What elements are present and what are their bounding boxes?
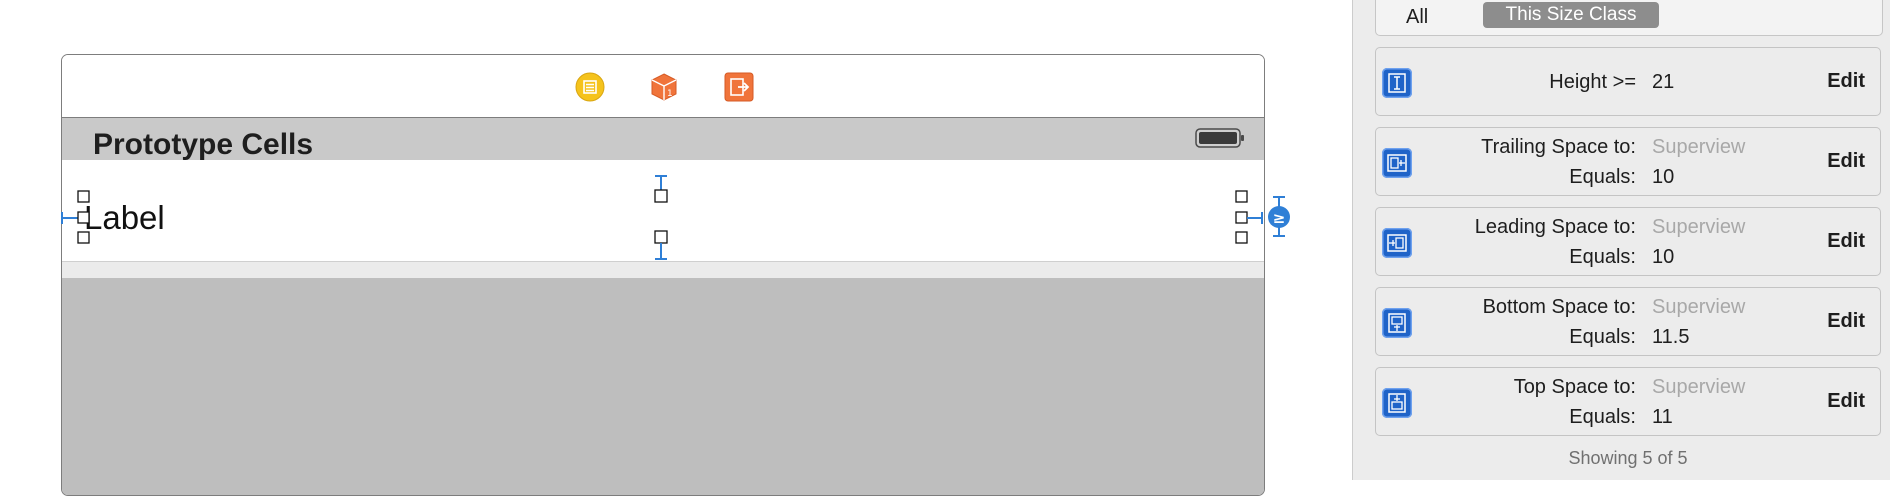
bottom-space-label: Bottom Space to: (1482, 296, 1636, 318)
prototype-cells-title: Prototype Cells (93, 128, 314, 161)
constraint-row-top[interactable]: Top Space to: Superview Equals: 11 Edit (1375, 367, 1881, 436)
height-value: 21 (1652, 71, 1675, 93)
height-constraint-badge-icon[interactable]: ≥ (1268, 196, 1290, 237)
view-controller-icon[interactable] (575, 72, 605, 102)
top-space-target: Superview (1652, 376, 1746, 398)
cell-label[interactable]: Label (84, 199, 165, 237)
first-responder-icon[interactable]: 1 (649, 72, 679, 102)
trailing-space-label: Trailing Space to: (1481, 136, 1636, 158)
bottom-equals-label: Equals: (1569, 326, 1636, 348)
svg-text:1: 1 (667, 89, 673, 99)
filter-all-tab[interactable]: All (1406, 6, 1428, 29)
constraint-row-bottom[interactable]: Bottom Space to: Superview Equals: 11.5 … (1375, 287, 1881, 356)
edit-trailing-button[interactable]: Edit (1827, 150, 1865, 173)
trailing-equals-label: Equals: (1569, 166, 1636, 188)
height-label: Height >= (1549, 71, 1636, 93)
constraints-count-footer: Showing 5 of 5 (1568, 448, 1688, 468)
prototype-table-cell[interactable] (62, 160, 1264, 262)
exit-icon[interactable] (724, 72, 754, 102)
scene-dock: 1 (62, 55, 1264, 118)
top-equals-value: 11 (1652, 406, 1673, 428)
constraint-filter-bar: All This Size Class (1375, 0, 1883, 36)
table-view-body[interactable] (62, 278, 1264, 495)
storyboard-canvas[interactable]: 1 Prototype Cells Label ≥ (0, 0, 1352, 496)
filter-this-size-class-tab[interactable]: This Size Class (1483, 2, 1659, 28)
top-space-label: Top Space to: (1513, 376, 1636, 398)
top-equals-label: Equals: (1569, 406, 1636, 428)
leading-space-target: Superview (1652, 216, 1746, 238)
edit-top-button[interactable]: Edit (1827, 390, 1865, 413)
trailing-equals-value: 10 (1652, 166, 1675, 188)
cell-separator (62, 262, 1264, 278)
trailing-space-target: Superview (1652, 136, 1746, 158)
table-view-controller-scene[interactable]: 1 Prototype Cells Label (61, 54, 1265, 496)
edit-bottom-button[interactable]: Edit (1827, 310, 1865, 333)
size-inspector-panel: All This Size Class Height >= 21 Edit Tr (1352, 0, 1890, 480)
edit-leading-button[interactable]: Edit (1827, 230, 1865, 253)
constraint-row-height[interactable]: Height >= 21 Edit (1375, 47, 1881, 116)
bottom-equals-value: 11.5 (1652, 326, 1690, 348)
svg-text:≥: ≥ (1273, 209, 1286, 227)
battery-icon (1195, 128, 1244, 148)
edit-height-button[interactable]: Edit (1827, 70, 1865, 93)
bottom-space-target: Superview (1652, 296, 1746, 318)
leading-equals-value: 10 (1652, 246, 1675, 268)
constraint-row-leading[interactable]: Leading Space to: Superview Equals: 10 E… (1375, 207, 1881, 276)
leading-space-label: Leading Space to: (1474, 216, 1636, 238)
constraint-row-trailing[interactable]: Trailing Space to: Superview Equals: 10 … (1375, 127, 1881, 196)
leading-equals-label: Equals: (1569, 246, 1636, 268)
